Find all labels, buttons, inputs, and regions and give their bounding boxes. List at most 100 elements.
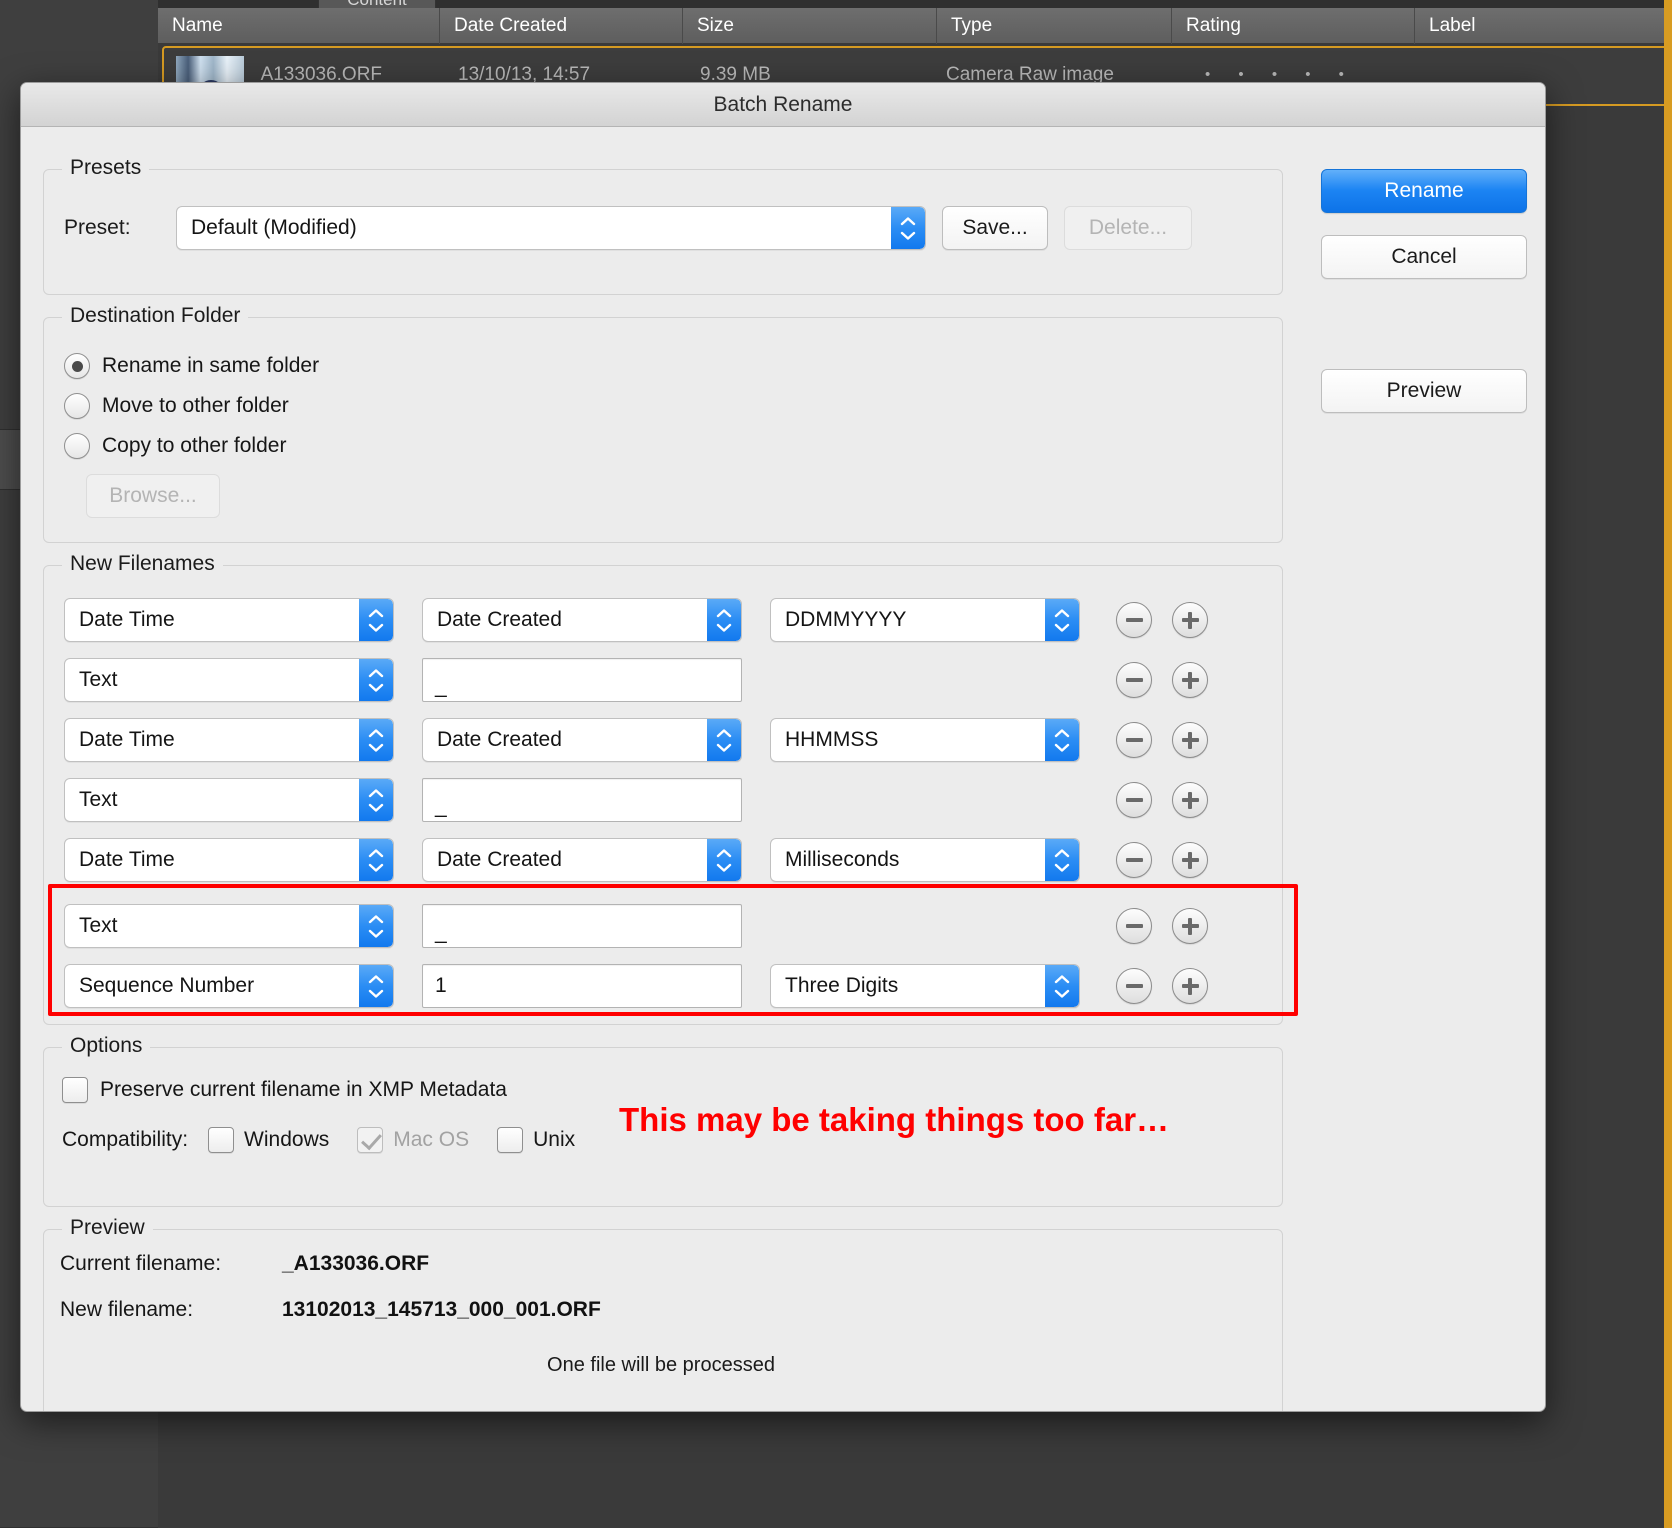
checkbox-compatibility-unix[interactable]: Unix	[497, 1127, 575, 1153]
chevron-updown-icon[interactable]	[1045, 965, 1079, 1007]
filename-row-0-field-select[interactable]: Date Created	[422, 598, 742, 642]
filename-row-6-sequence-value: 1	[435, 974, 447, 997]
chevron-updown-icon[interactable]	[1045, 839, 1079, 881]
chevron-updown-icon[interactable]	[891, 207, 925, 249]
save-preset-button[interactable]: Save...	[942, 206, 1048, 250]
checkbox-compatibility-macos[interactable]: Mac OS	[357, 1127, 469, 1153]
checkbox-icon-windows[interactable]	[208, 1127, 235, 1153]
filename-row-1-text-input[interactable]: _	[422, 658, 742, 702]
preview-button[interactable]: Preview	[1321, 369, 1527, 413]
column-header-label[interactable]: Label	[1415, 8, 1672, 44]
radio-copy-to-other-folder[interactable]: Copy to other folder	[64, 426, 1262, 466]
filename-row-4-field-select[interactable]: Date Created	[422, 838, 742, 882]
filename-row-5-type-select[interactable]: Text	[64, 904, 394, 948]
checkbox-icon-preserve-filename[interactable]	[62, 1077, 88, 1103]
options-legend: Options	[62, 1034, 151, 1058]
radio-icon-unselected-move[interactable]	[64, 393, 90, 419]
preset-select-value: Default (Modified)	[191, 216, 357, 239]
filename-row-5-text-value: _	[435, 921, 447, 944]
minus-icon[interactable]	[1116, 602, 1152, 638]
radio-rename-in-same-folder[interactable]: Rename in same folder	[64, 346, 1262, 386]
filename-row-3-text-input[interactable]: _	[422, 778, 742, 822]
filename-row: Date Time Date Created Milliseconds	[64, 830, 1262, 890]
plus-icon[interactable]	[1172, 662, 1208, 698]
preset-select[interactable]: Default (Modified)	[176, 206, 926, 250]
background-right-edge	[1664, 0, 1672, 1528]
minus-icon[interactable]	[1116, 842, 1152, 878]
chevron-updown-icon[interactable]	[707, 839, 741, 881]
filename-row-0-field-value: Date Created	[437, 608, 562, 631]
filename-row-4-format-select[interactable]: Milliseconds	[770, 838, 1080, 882]
filename-row: Text _	[64, 650, 1262, 710]
browse-button[interactable]: Browse...	[86, 474, 220, 518]
filename-row-5-type-value: Text	[79, 914, 118, 937]
filename-row: Sequence Number 1 Three Digits	[64, 956, 1262, 1016]
radio-icon-selected[interactable]	[64, 353, 90, 379]
preview-new-filename-value: 13102013_145713_000_001.ORF	[282, 1298, 601, 1321]
preset-row: Preset: Default (Modified) Save... Delet…	[64, 206, 1262, 250]
plus-icon[interactable]	[1172, 842, 1208, 878]
filename-row-2-field-value: Date Created	[437, 728, 562, 751]
plus-icon[interactable]	[1172, 782, 1208, 818]
chevron-updown-icon[interactable]	[359, 599, 393, 641]
filename-row-6-type-select[interactable]: Sequence Number	[64, 964, 394, 1008]
minus-icon[interactable]	[1116, 968, 1152, 1004]
column-header-name[interactable]: Name	[158, 8, 440, 44]
dialog-titlebar: Batch Rename	[21, 83, 1545, 127]
filename-row-2-type-select[interactable]: Date Time	[64, 718, 394, 762]
chevron-updown-icon[interactable]	[359, 965, 393, 1007]
chevron-updown-icon[interactable]	[359, 659, 393, 701]
checkbox-icon-unix[interactable]	[497, 1127, 524, 1153]
radio-move-to-other-folder[interactable]: Move to other folder	[64, 386, 1262, 426]
plus-icon[interactable]	[1172, 908, 1208, 944]
checkbox-icon-macos[interactable]	[357, 1127, 384, 1153]
column-header-type[interactable]: Type	[937, 8, 1172, 44]
chevron-updown-icon[interactable]	[1045, 599, 1079, 641]
filename-row-0-type-select[interactable]: Date Time	[64, 598, 394, 642]
column-header-rating[interactable]: Rating	[1172, 8, 1415, 44]
filename-row-1-type-select[interactable]: Text	[64, 658, 394, 702]
filename-row-6-format-select[interactable]: Three Digits	[770, 964, 1080, 1008]
preview-group: Preview Current filename: _A133036.ORF N…	[43, 1216, 1283, 1411]
preview-current-filename-row: Current filename: _A133036.ORF	[60, 1252, 1262, 1298]
cancel-button[interactable]: Cancel	[1321, 235, 1527, 279]
filename-row-0-format-select[interactable]: DDMMYYYY	[770, 598, 1080, 642]
new-filenames-legend: New Filenames	[62, 552, 223, 576]
filename-row-4-type-value: Date Time	[79, 848, 175, 871]
dialog-main-column: Presets Preset: Default (Modified) Save.…	[43, 156, 1298, 1411]
minus-icon[interactable]	[1116, 782, 1152, 818]
chevron-updown-icon[interactable]	[359, 719, 393, 761]
rename-button[interactable]: Rename	[1321, 169, 1527, 213]
minus-icon[interactable]	[1116, 908, 1152, 944]
column-header-date-created[interactable]: Date Created	[440, 8, 683, 44]
preview-new-filename-label: New filename:	[60, 1298, 194, 1321]
filename-row-0-type-value: Date Time	[79, 608, 175, 631]
column-header-size[interactable]: Size	[683, 8, 937, 44]
dialog-body: Presets Preset: Default (Modified) Save.…	[21, 127, 1545, 1411]
chevron-updown-icon[interactable]	[359, 839, 393, 881]
filename-row-2-format-select[interactable]: HHMMSS	[770, 718, 1080, 762]
radio-icon-unselected-copy[interactable]	[64, 433, 90, 459]
destination-folder-legend: Destination Folder	[62, 304, 249, 328]
batch-rename-dialog: Batch Rename Presets Preset: Default (Mo…	[20, 82, 1546, 1412]
filename-row-3-type-select[interactable]: Text	[64, 778, 394, 822]
filename-row-2-field-select[interactable]: Date Created	[422, 718, 742, 762]
filename-row-6-sequence-input[interactable]: 1	[422, 964, 742, 1008]
minus-icon[interactable]	[1116, 722, 1152, 758]
annotation-text: This may be taking things too far…	[619, 1101, 1170, 1138]
filename-row-4-type-select[interactable]: Date Time	[64, 838, 394, 882]
checkbox-compatibility-windows[interactable]: Windows	[208, 1127, 329, 1153]
delete-preset-button[interactable]: Delete...	[1064, 206, 1192, 250]
chevron-updown-icon[interactable]	[707, 599, 741, 641]
plus-icon[interactable]	[1172, 968, 1208, 1004]
chevron-updown-icon[interactable]	[359, 905, 393, 947]
minus-icon[interactable]	[1116, 662, 1152, 698]
plus-icon[interactable]	[1172, 722, 1208, 758]
filename-row-5-text-input[interactable]: _	[422, 904, 742, 948]
filename-row: Date Time Date Created DDMMYYYY	[64, 590, 1262, 650]
chevron-updown-icon[interactable]	[707, 719, 741, 761]
plus-icon[interactable]	[1172, 602, 1208, 638]
chevron-updown-icon[interactable]	[359, 779, 393, 821]
filename-row-4-format-value: Milliseconds	[785, 848, 900, 871]
chevron-updown-icon[interactable]	[1045, 719, 1079, 761]
